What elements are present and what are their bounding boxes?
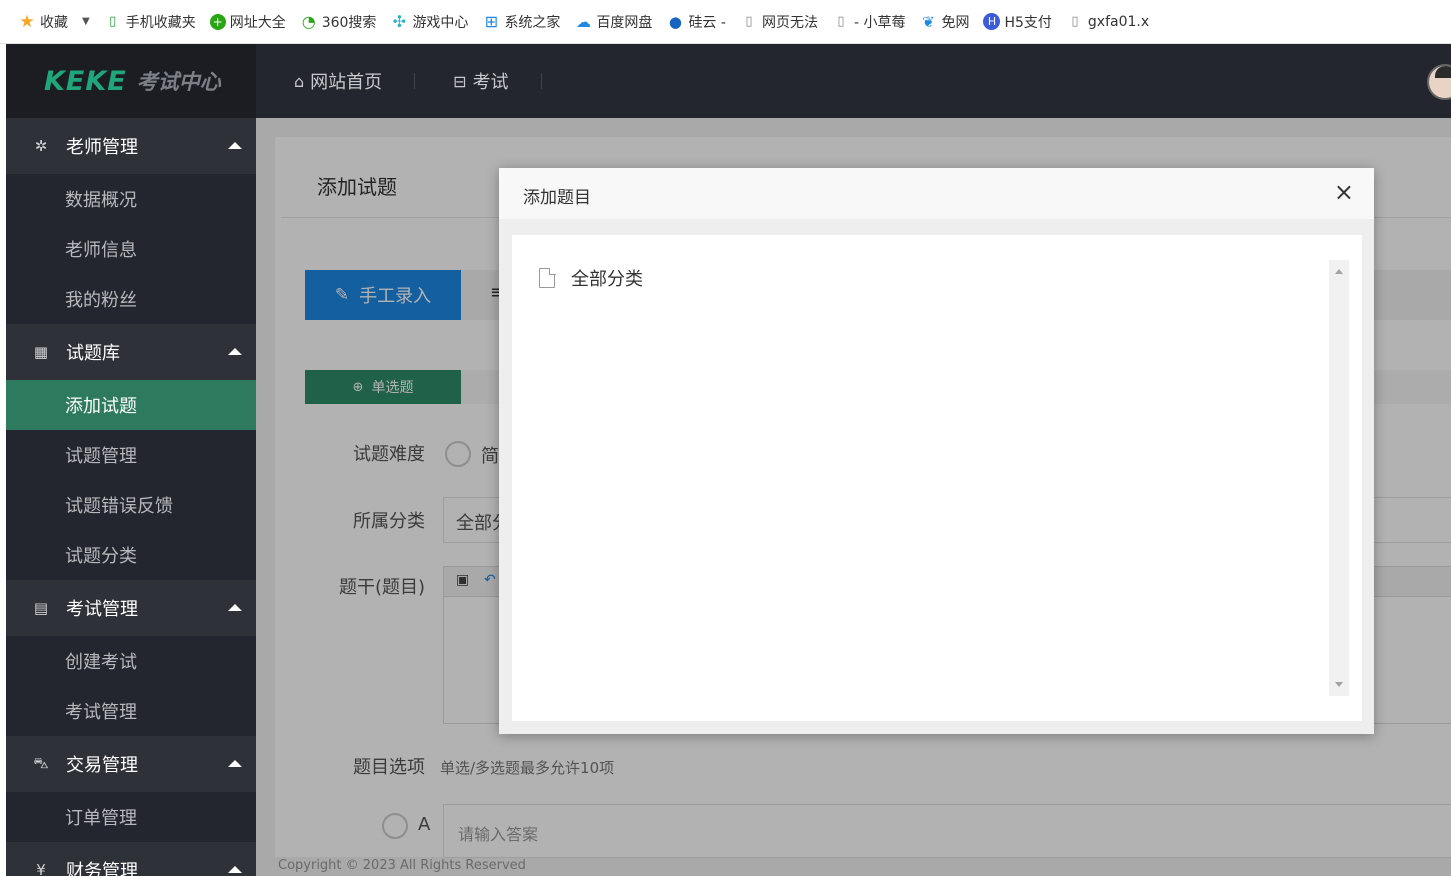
star-icon: ★ (19, 11, 35, 32)
page-icon: ▯ (837, 14, 845, 29)
chevron-up-icon (228, 604, 242, 611)
sidebar-item-exam-manage[interactable]: 考试管理 (6, 686, 256, 736)
sidebar-item-question-category[interactable]: 试题分类 (6, 530, 256, 580)
sidebar: ✲ 老师管理 数据概况 老师信息 我的粉丝 ▦ 试题库 添加试题 试题管理 试题… (6, 118, 256, 876)
gamepad-icon: ✣ (392, 12, 407, 31)
sidebar-group-teacher[interactable]: ✲ 老师管理 (6, 118, 256, 174)
add-question-modal: 添加题目 × 全部分类 (499, 168, 1374, 734)
blue-cloud-icon: ● (668, 12, 682, 31)
document-icon: ▤ (33, 599, 49, 617)
home-icon: ⌂ (294, 71, 305, 91)
sidebar-group-trade[interactable]: ⛍ 交易管理 (6, 736, 256, 792)
phone-icon: ▯ (109, 14, 117, 29)
bookmark-item[interactable]: ▯ gxfa01.x (1066, 13, 1149, 31)
bookmark-item[interactable]: + 网址大全 (209, 12, 286, 32)
bookmark-item[interactable]: ● 硅云 - (666, 12, 726, 32)
leaf-icon: ❦ (922, 12, 935, 31)
scroll-up-icon[interactable] (1335, 269, 1343, 274)
plus-circle-icon: + (209, 13, 226, 30)
category-tree: 全部分类 (512, 235, 1362, 721)
modal-title: 添加题目 (523, 188, 591, 208)
top-bar: KEKE 考试中心 ⌂ 网站首页 ⊟ 考试 (6, 44, 1451, 118)
top-nav: ⌂ 网站首页 ⊟ 考试 (256, 44, 542, 118)
chevron-up-icon (228, 348, 242, 355)
close-icon[interactable]: × (1334, 180, 1354, 204)
h-circle-icon: H (983, 13, 1001, 30)
sidebar-item-orders[interactable]: 订单管理 (6, 792, 256, 842)
bookmark-favorites[interactable]: ★ 收藏 ▼ (18, 11, 90, 32)
sidebar-group-question-bank[interactable]: ▦ 试题库 (6, 324, 256, 380)
sidebar-group-exam[interactable]: ▤ 考试管理 (6, 580, 256, 636)
logo-text: KEKE (44, 65, 127, 97)
avatar[interactable] (1427, 64, 1451, 100)
sidebar-item-error-feedback[interactable]: 试题错误反馈 (6, 480, 256, 530)
scroll-down-icon[interactable] (1335, 682, 1343, 687)
bookmark-item[interactable]: ❦ 免网 (919, 12, 969, 32)
chevron-up-icon (228, 760, 242, 767)
logo-subtitle: 考试中心 (136, 70, 221, 94)
sidebar-item-create-exam[interactable]: 创建考试 (6, 636, 256, 686)
bookmarks-bar: ★ 收藏 ▼ ▯ 手机收藏夹 + 网址大全 ◔ 360搜索 ✣ 游戏中心 ⊞ 系… (0, 0, 1451, 44)
bookmark-item[interactable]: ▯ - 小草莓 (832, 12, 905, 32)
bookmark-item[interactable]: ☁ 百度网盘 (574, 12, 653, 32)
yen-icon: ¥ (36, 861, 46, 876)
windows-icon: ⊞ (484, 12, 499, 31)
sidebar-item-fans[interactable]: 我的粉丝 (6, 274, 256, 324)
modal-body: 全部分类 (499, 220, 1374, 734)
chevron-up-icon (228, 142, 242, 149)
logo[interactable]: KEKE 考试中心 (6, 44, 256, 118)
scrollbar[interactable] (1329, 260, 1349, 696)
sidebar-item-overview[interactable]: 数据概况 (6, 174, 256, 224)
sidebar-item-add-question[interactable]: 添加试题 (6, 380, 256, 430)
page-icon: ▯ (1071, 14, 1079, 29)
exam-icon: ⊟ (453, 71, 467, 91)
search-360-icon: ◔ (301, 12, 316, 31)
bookmark-item[interactable]: ⊞ 系统之家 (482, 12, 561, 32)
grid-icon: ▦ (33, 343, 49, 361)
tree-item-all-categories[interactable]: 全部分类 (539, 265, 643, 291)
cloud-icon: ☁ (575, 12, 591, 31)
bookmark-item[interactable]: ◔ 360搜索 (300, 12, 377, 32)
file-icon (539, 267, 556, 288)
sidebar-item-question-manage[interactable]: 试题管理 (6, 430, 256, 480)
modal-header: 添加题目 × (499, 168, 1374, 220)
nav-divider (540, 73, 542, 89)
gear-icon: ✲ (34, 137, 48, 155)
sidebar-group-finance[interactable]: ¥ 财务管理 (6, 842, 256, 876)
bookmark-item[interactable]: H H5支付 (983, 12, 1052, 32)
chevron-down-icon[interactable]: ▼ (82, 16, 90, 27)
chevron-up-icon (228, 866, 242, 873)
bookmark-item[interactable]: ✣ 游戏中心 (390, 12, 469, 32)
bookmark-item[interactable]: ▯ 手机收藏夹 (104, 12, 196, 32)
bookmark-item[interactable]: ▯ 网页无法 (740, 12, 818, 32)
sidebar-item-teacher-info[interactable]: 老师信息 (6, 224, 256, 274)
nav-home[interactable]: ⌂ 网站首页 (256, 68, 414, 94)
page-icon: ▯ (745, 14, 753, 29)
cart-icon: ⛍ (33, 754, 49, 772)
nav-exam[interactable]: ⊟ 考试 (415, 68, 540, 94)
